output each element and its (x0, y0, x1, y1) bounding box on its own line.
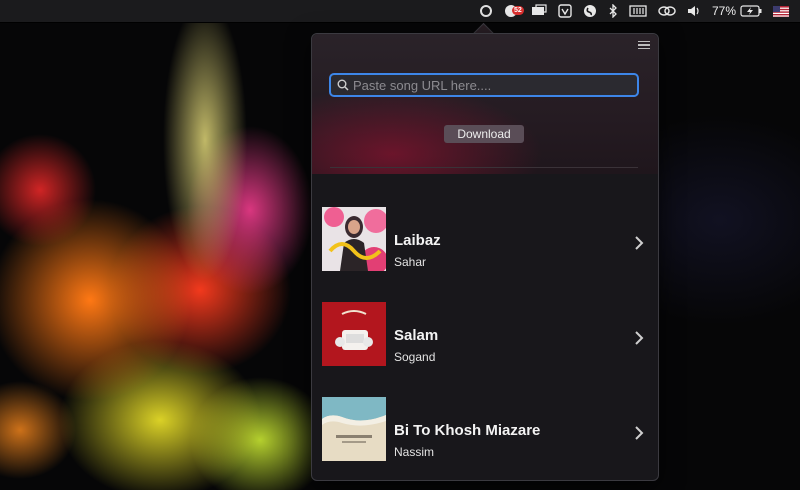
song-title: Salam (394, 327, 439, 344)
display-icon[interactable] (531, 0, 547, 22)
volume-icon[interactable] (687, 0, 701, 22)
song-url-input[interactable] (353, 77, 637, 93)
song-item-salam[interactable]: Salam Sogand (312, 269, 658, 366)
battery-percent: 77% (711, 4, 736, 18)
shield-icon[interactable] (558, 0, 572, 22)
song-artist: Sahar (394, 255, 427, 269)
menu-bar: 52 77% (0, 0, 800, 23)
battery-grid-icon[interactable] (629, 0, 647, 22)
song-item-laibaz[interactable]: Laibaz Sahar (312, 174, 658, 271)
song-title: Bi To Khosh Miazare (394, 422, 541, 439)
notification-count-badge: 52 (511, 6, 524, 15)
album-cover-laibaz (322, 207, 386, 271)
shazam-icon[interactable] (583, 0, 597, 22)
album-cover-salam (322, 302, 386, 366)
song-artist: Nassim (394, 445, 435, 459)
header-divider (330, 167, 638, 168)
popover-header: Download (312, 34, 658, 174)
bluetooth-icon[interactable] (608, 0, 618, 22)
status-ring-icon[interactable] (479, 0, 493, 22)
song-url-search-box[interactable] (329, 73, 639, 97)
song-downloader-popover: Download Laibaz Sahar (311, 33, 659, 481)
download-button[interactable]: Download (444, 125, 524, 143)
song-title: Laibaz (394, 232, 441, 249)
link-icon[interactable] (658, 0, 676, 22)
song-list: Laibaz Sahar Salam Sogand Bi To Khosh Mi… (312, 174, 658, 480)
battery-icon (740, 5, 762, 17)
us-flag-icon[interactable] (773, 0, 789, 22)
song-artist: Sogand (394, 350, 436, 364)
song-item-bi-to-khosh-miazare[interactable]: Bi To Khosh Miazare Nassim (312, 364, 658, 461)
search-icon (337, 79, 349, 91)
chevron-right-icon[interactable] (634, 235, 644, 251)
notification-badge-icon[interactable]: 52 (504, 0, 524, 22)
chevron-right-icon[interactable] (634, 330, 644, 346)
battery-status[interactable]: 77% (712, 0, 762, 22)
hamburger-icon[interactable] (638, 41, 650, 50)
album-cover-bi-to-khosh-miazare (322, 397, 386, 461)
chevron-right-icon[interactable] (634, 425, 644, 441)
